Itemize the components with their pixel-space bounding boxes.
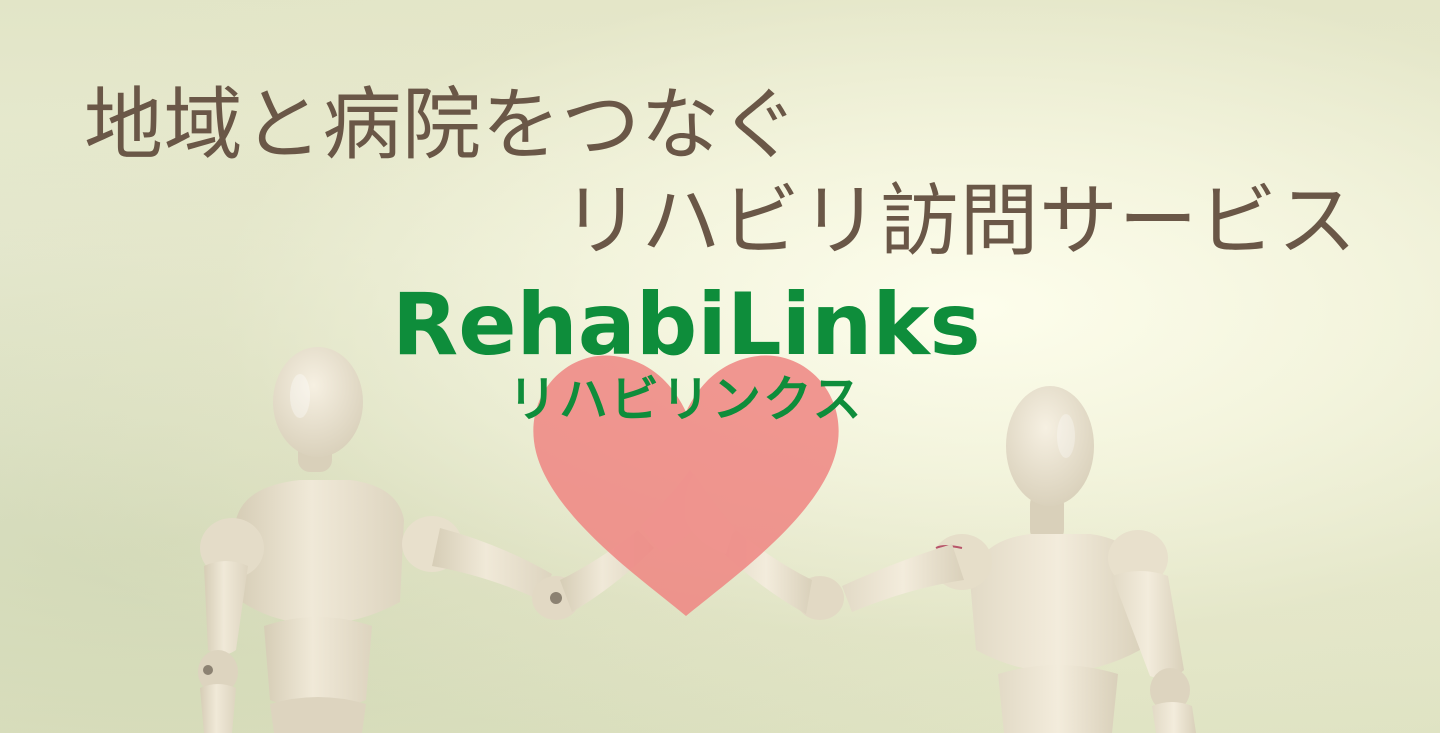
- hero-banner: 地域と病院をつなぐ リハビリ訪問サービス RehabiLinks リハビリンクス: [0, 0, 1440, 733]
- headline-line-1: 地域と病院をつなぐ: [84, 79, 800, 171]
- headline-line-2: リハビリ訪問サービス: [562, 175, 1357, 267]
- brand-name: RehabiLinks: [392, 275, 981, 375]
- brand-kana: リハビリンクス: [508, 371, 864, 428]
